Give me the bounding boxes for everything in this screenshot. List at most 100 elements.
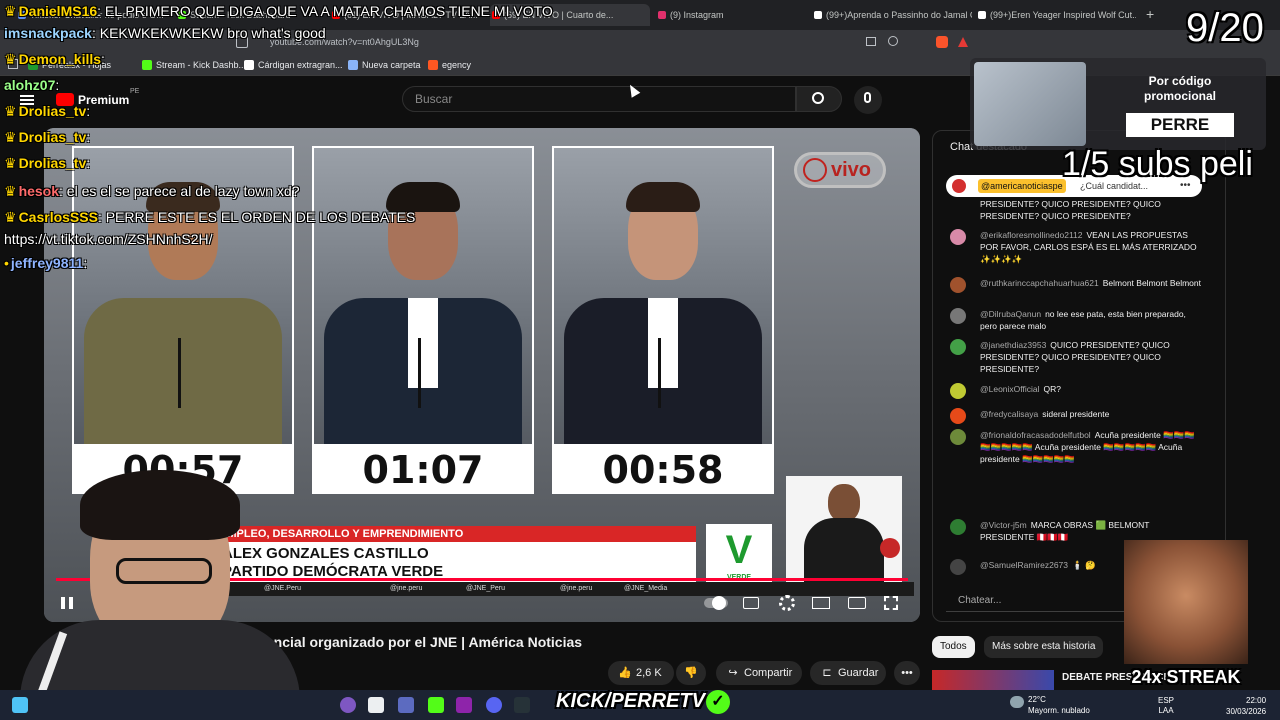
- chat-author[interactable]: @fredycalisaya: [980, 409, 1038, 419]
- badge-icon: ♛: [4, 103, 17, 119]
- avatar[interactable]: [950, 308, 966, 324]
- taskbar-app-icon[interactable]: [368, 697, 384, 713]
- chat-author[interactable]: @Victor-j5m: [980, 520, 1027, 530]
- share-label: Compartir: [744, 667, 793, 679]
- bookmark-item[interactable]: egency: [428, 57, 471, 73]
- bookmark-icon: ⊏: [822, 667, 832, 679]
- pinned-author[interactable]: @americanoticiaspe: [978, 179, 1066, 193]
- avatar[interactable]: [950, 408, 966, 424]
- settings-button[interactable]: [776, 592, 798, 614]
- overlay-username: Drolias_tv: [18, 103, 87, 119]
- voice-search-button[interactable]: [854, 86, 882, 114]
- chat-author[interactable]: @janethdiaz3953: [980, 340, 1046, 350]
- chat-author[interactable]: @frionaldofracasadodelfutbol: [980, 430, 1091, 440]
- avatar[interactable]: [950, 229, 966, 245]
- search-button[interactable]: [796, 86, 842, 112]
- browser-tab[interactable]: (9) Instagram: [656, 4, 806, 26]
- overlay-chat-line: imsnackpack: KEKWKEKWKEKW bro what's goo…: [4, 22, 326, 44]
- bookmark-item[interactable]: Cárdigan extragran...: [244, 57, 343, 73]
- overlay-username: Drolias_tv: [18, 129, 87, 145]
- cast-button[interactable]: [846, 592, 868, 614]
- weather-widget[interactable]: 22°C Mayorm. nublado: [1028, 694, 1090, 716]
- avatar[interactable]: [950, 429, 966, 445]
- vivo-label: vivo: [830, 159, 871, 181]
- new-tab-button[interactable]: +: [1146, 6, 1154, 22]
- chat-author[interactable]: @erikafloresmollinedo2112: [980, 230, 1083, 240]
- avatar[interactable]: [950, 559, 966, 575]
- candidate-hair: [626, 182, 700, 212]
- autoplay-toggle[interactable]: [704, 592, 730, 614]
- chat-author[interactable]: @LeonixOfficial: [980, 384, 1040, 394]
- like-button[interactable]: 👍 2,6 K: [608, 661, 674, 685]
- avatar[interactable]: [950, 339, 966, 355]
- tab-favicon-icon: [814, 11, 822, 19]
- streak-emote-image: [1124, 540, 1248, 664]
- chat-message: @erikafloresmollinedo2112 VEAN LAS PROPUE…: [950, 229, 1202, 265]
- browser-tab[interactable]: (99+)Eren Yeager Inspired Wolf Cut...: [976, 4, 1136, 26]
- chat-author[interactable]: @SamuelRamirez2673: [980, 560, 1068, 570]
- bookmark-label: Stream - Kick Dashb...: [156, 60, 247, 70]
- overlay-chat-line: https://vt.tiktok.com/ZSHNnhS2H/: [4, 228, 213, 250]
- overlay-chat-line: alohz07:: [4, 74, 59, 96]
- avatar[interactable]: [950, 383, 966, 399]
- bookmark-icon: [244, 60, 254, 70]
- url-field[interactable]: youtube.com/watch?v=nt0AhgUL3Ng: [270, 34, 870, 50]
- like-count: 2,6 K: [636, 667, 662, 679]
- chat-message: @LeonixOfficial QR?: [950, 383, 1202, 399]
- chat-author[interactable]: @DilrubaQanun: [980, 309, 1041, 319]
- zoom-icon[interactable]: [888, 36, 898, 46]
- bookmark-item[interactable]: Stream - Kick Dashb...: [142, 57, 246, 73]
- save-button[interactable]: ⊏ Guardar: [810, 661, 886, 685]
- brave-rewards-icon[interactable]: [958, 37, 968, 47]
- brave-shield-icon[interactable]: [936, 36, 948, 48]
- filter-chip[interactable]: Más sobre esta historia: [984, 636, 1104, 658]
- clock-date: 30/03/2026: [1226, 707, 1267, 716]
- taskbar-app-icon[interactable]: [428, 697, 444, 713]
- taskbar-app-icon[interactable]: [514, 697, 530, 713]
- filter-chip[interactable]: Todos: [932, 636, 975, 658]
- overlay-username: Drolias_tv: [18, 155, 87, 171]
- overlay-message: PERRE ESTE ES EL ORDEN DE LOS DEBATES: [101, 209, 416, 225]
- bookmark-item[interactable]: Nueva carpeta: [348, 57, 421, 73]
- microphone-icon: [658, 338, 661, 408]
- language-indicator[interactable]: ESP LAA: [1158, 696, 1174, 716]
- browser-tab[interactable]: (99+)Aprenda o Passinho do Jamal C...: [812, 4, 972, 26]
- overlay-separator: :: [86, 155, 91, 171]
- taskbar-app-icon[interactable]: [456, 697, 472, 713]
- chat-author[interactable]: @ruthkarinccapchahuarhua621: [980, 278, 1099, 288]
- candidate-timer: 00:58: [602, 448, 724, 492]
- chat-message-body: @janethdiaz3953 QUICO PRESIDENTE? QUICO P…: [980, 339, 1202, 375]
- system-clock[interactable]: 22:00 30/03/2026: [1226, 695, 1266, 717]
- discord-icon[interactable]: [486, 697, 502, 713]
- share-button[interactable]: ↪ Compartir: [716, 661, 802, 685]
- miniplayer-button[interactable]: [810, 592, 832, 614]
- clock-time: 22:00: [1246, 696, 1267, 705]
- chat-input[interactable]: Chatear...: [946, 590, 1138, 612]
- badge-icon: ♛: [4, 51, 17, 67]
- social-handle: @JNE_Peru: [466, 585, 506, 592]
- start-icon[interactable]: [12, 697, 28, 713]
- search-input[interactable]: Buscar: [402, 86, 796, 112]
- cast-icon[interactable]: [866, 37, 876, 46]
- taskbar-app-icon[interactable]: [398, 697, 414, 713]
- dislike-button[interactable]: 👎: [676, 661, 706, 685]
- subtitles-button[interactable]: [740, 592, 762, 614]
- overlay-message: https://vt.tiktok.com/ZSHNnhS2H/: [4, 231, 213, 247]
- overlay-chat-line: ♛ Drolias_tv:: [4, 100, 90, 122]
- sign-language-interpreter: [786, 476, 902, 584]
- streamer-hair: [80, 470, 240, 540]
- taskbar-app-icon[interactable]: [340, 697, 356, 713]
- avatar[interactable]: [950, 519, 966, 535]
- fullscreen-button[interactable]: [880, 592, 902, 614]
- overlay-username: imsnackpack: [4, 25, 92, 41]
- bookmark-icon: [428, 60, 438, 70]
- recommended-thumbnail[interactable]: [932, 670, 1054, 690]
- chat-message: @DilrubaQanun no lee ese pata, esta bien …: [950, 308, 1202, 332]
- overlay-chat-line: • jeffrey9811:: [4, 252, 87, 274]
- overlay-separator: :: [86, 103, 91, 119]
- region-code: PE: [130, 88, 140, 95]
- avatar[interactable]: [950, 277, 966, 293]
- overlay-message: KEKWKEKWKEKW bro what's good: [95, 25, 326, 41]
- more-actions-button[interactable]: •••: [894, 661, 920, 685]
- overlay-username: DanielMS16: [18, 3, 98, 19]
